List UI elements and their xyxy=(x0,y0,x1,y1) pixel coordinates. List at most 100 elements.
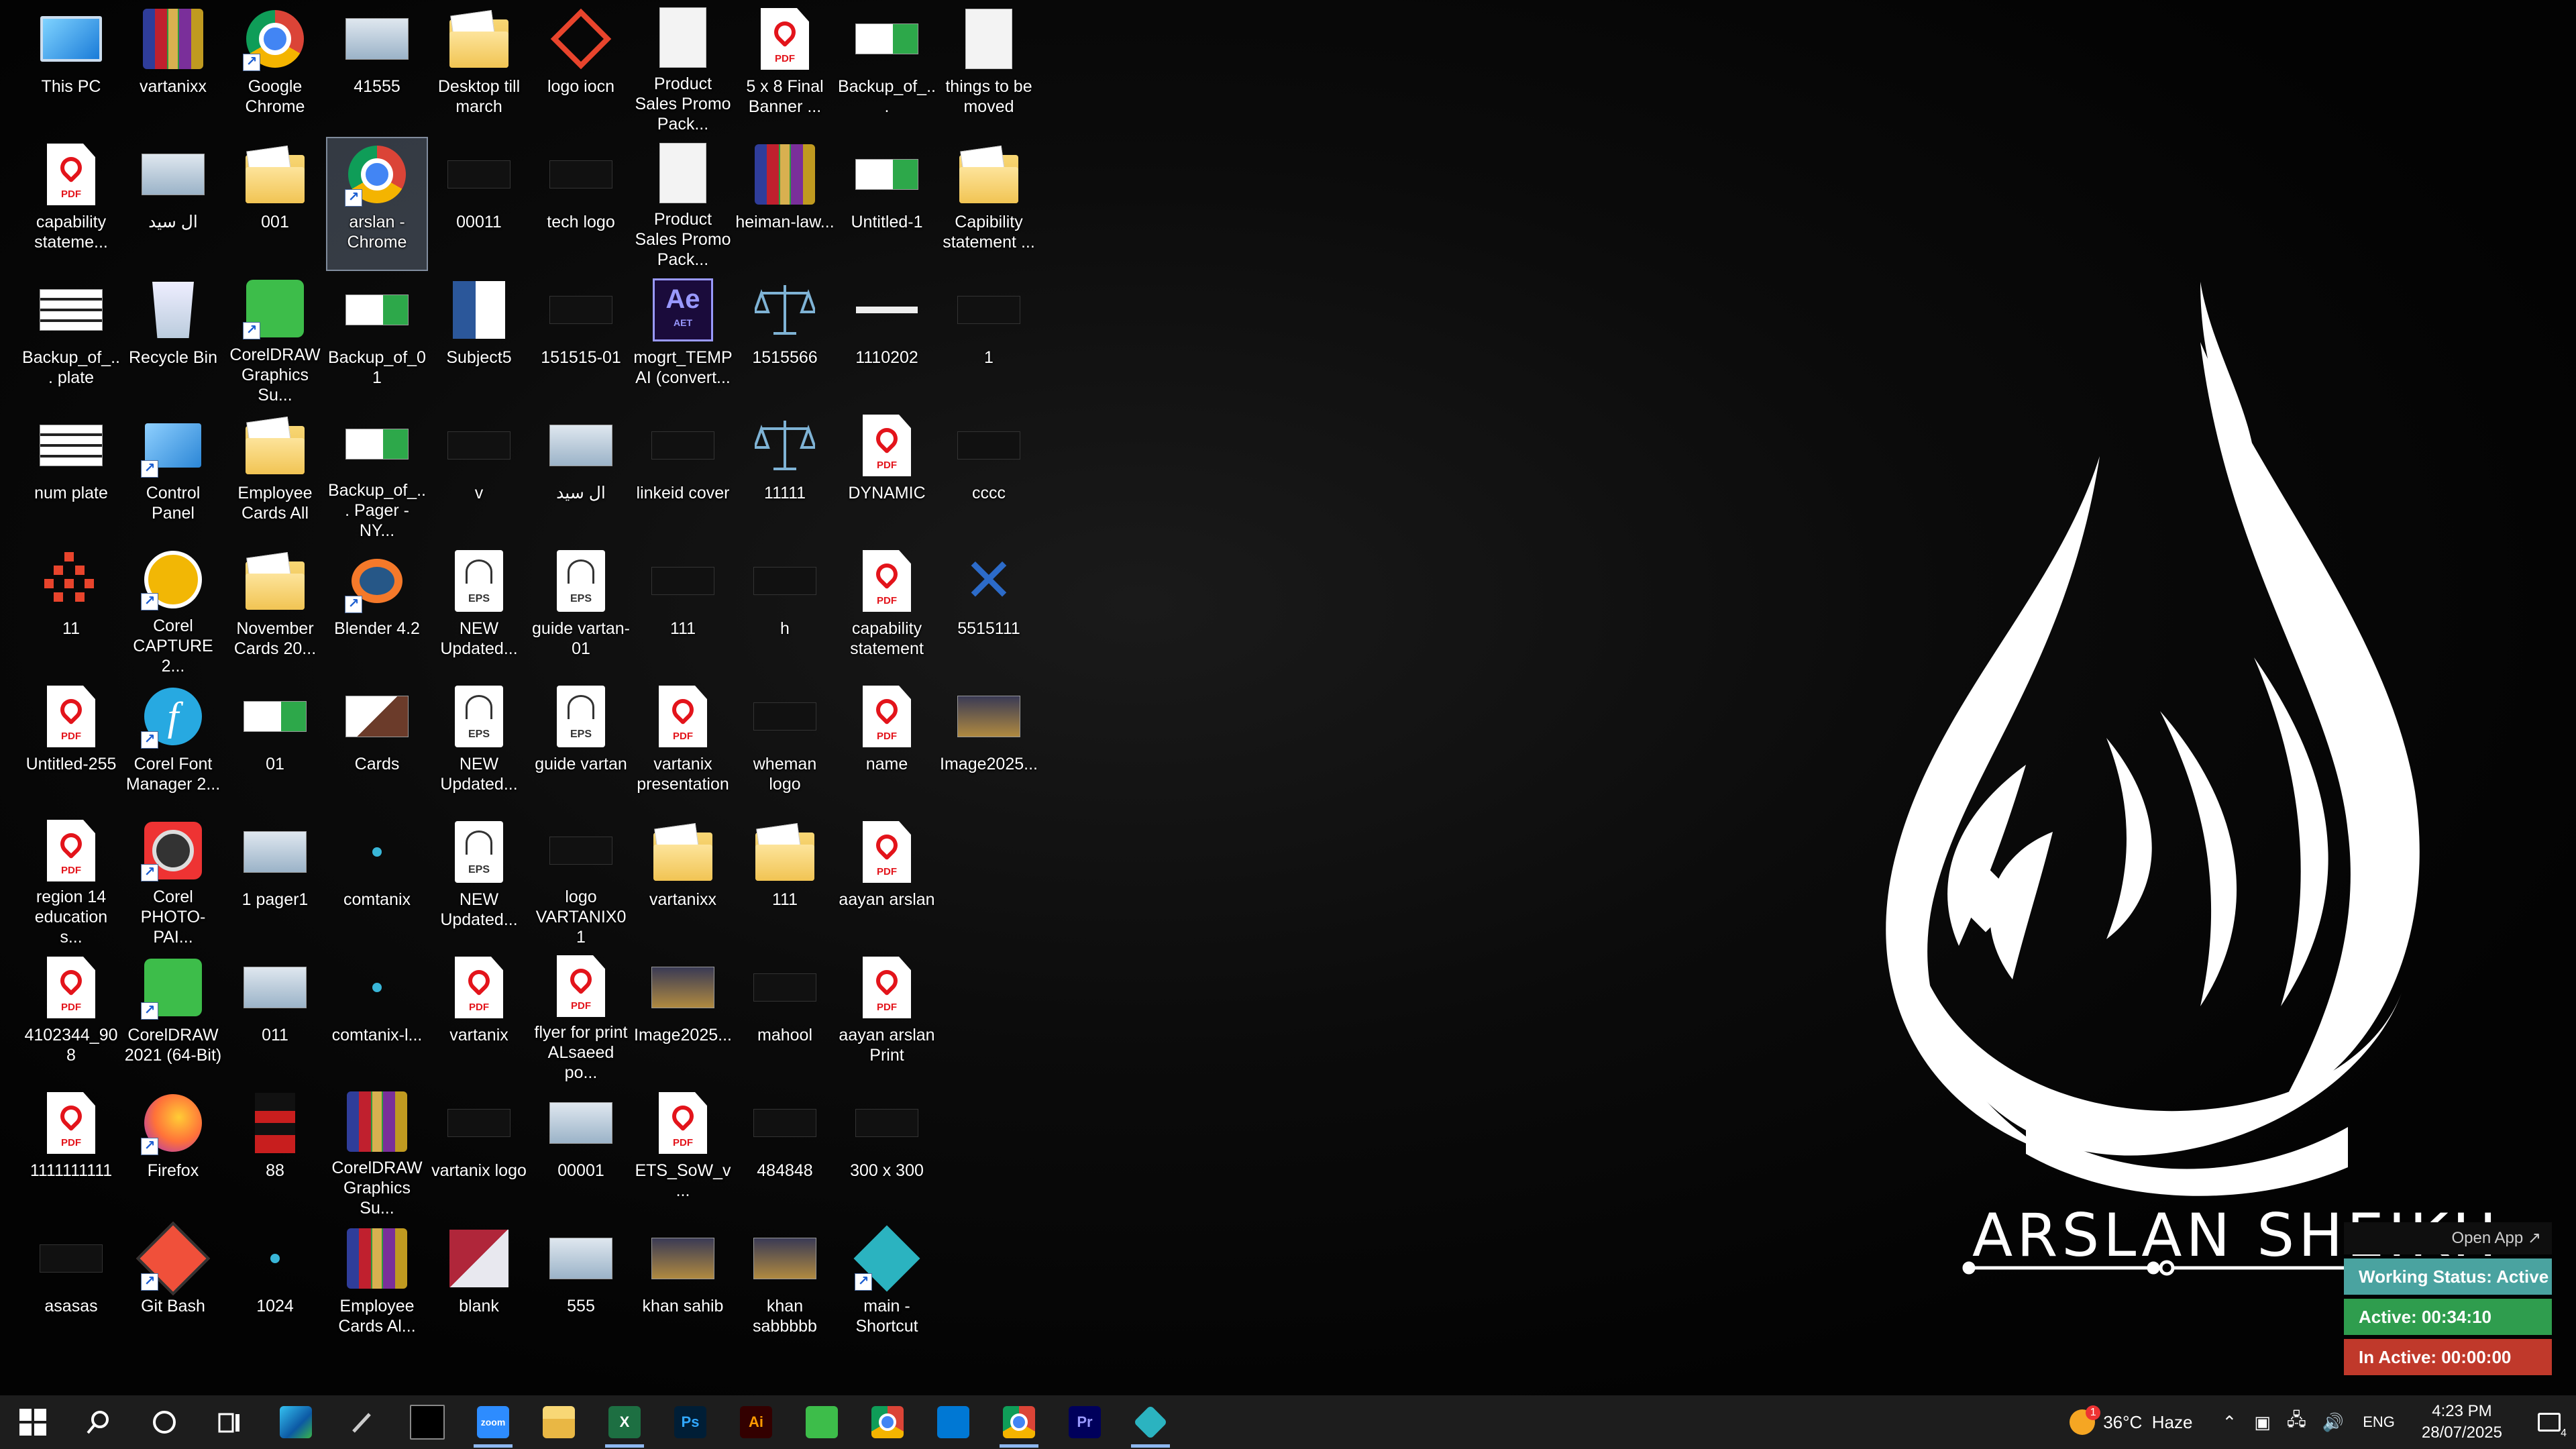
desktop-icon[interactable]: mahool xyxy=(734,950,836,1084)
desktop-icon[interactable]: ال سيد xyxy=(530,408,632,542)
desktop-icon[interactable]: 01 xyxy=(224,679,326,813)
desktop-icon[interactable]: 111 xyxy=(632,543,734,678)
desktop-icon[interactable]: 88 xyxy=(224,1085,326,1220)
desktop-icon[interactable]: ↗ Google Chrome xyxy=(224,1,326,136)
desktop-icon[interactable]: 00011 xyxy=(428,137,530,271)
desktop-icon[interactable]: PDF Untitled-255 xyxy=(20,679,122,813)
desktop-icon[interactable]: Backup_of_... plate xyxy=(20,272,122,407)
desktop-icon[interactable]: 41555 xyxy=(326,1,428,136)
desktop-icon[interactable]: h xyxy=(734,543,836,678)
language-indicator[interactable]: ENG xyxy=(2363,1413,2395,1431)
desktop-icon[interactable]: comtanix xyxy=(326,814,428,949)
taskbar-pen[interactable] xyxy=(329,1395,394,1449)
desktop-icon[interactable]: PDF vartanix xyxy=(428,950,530,1084)
cortana-button[interactable] xyxy=(131,1395,197,1449)
desktop-icon[interactable]: CorelDRAW Graphics Su... xyxy=(326,1085,428,1220)
desktop-icon[interactable]: 151515-01 xyxy=(530,272,632,407)
desktop-icon[interactable]: ↗ Control Panel xyxy=(122,408,224,542)
desktop-icon[interactable]: PDF 5 x 8 Final Banner ... xyxy=(734,1,836,136)
desktop-icon[interactable]: EPS NEW Updated... xyxy=(428,543,530,678)
desktop-icon[interactable]: PDF capability statement xyxy=(836,543,938,678)
taskbar-coreldraw[interactable] xyxy=(789,1395,855,1449)
desktop-icon[interactable]: 484848 xyxy=(734,1085,836,1220)
desktop-icon[interactable]: things to be moved xyxy=(938,1,1040,136)
desktop-icon[interactable]: ↗ Firefox xyxy=(122,1085,224,1220)
desktop-icon[interactable]: cccc xyxy=(938,408,1040,542)
desktop-icon[interactable]: vartanix logo xyxy=(428,1085,530,1220)
desktop-icon[interactable]: ↗ Blender 4.2 xyxy=(326,543,428,678)
desktop-icon[interactable]: PDF ETS_SoW_v... xyxy=(632,1085,734,1220)
desktop-icon[interactable]: tech logo xyxy=(530,137,632,271)
desktop-icon[interactable]: PDF vartanix presentation xyxy=(632,679,734,813)
desktop-icon[interactable]: 1 xyxy=(938,272,1040,407)
taskbar-edge[interactable] xyxy=(263,1395,329,1449)
desktop-icon[interactable]: wheman logo xyxy=(734,679,836,813)
desktop-icon[interactable]: Cards xyxy=(326,679,428,813)
taskbar-photoshop[interactable]: Ps xyxy=(657,1395,723,1449)
desktop-icon[interactable]: num plate xyxy=(20,408,122,542)
desktop-icon[interactable]: EPS guide vartan xyxy=(530,679,632,813)
taskbar-tracker-app[interactable] xyxy=(1118,1395,1183,1449)
desktop-icon[interactable]: 555 xyxy=(530,1221,632,1355)
desktop-icon[interactable]: 1110202 xyxy=(836,272,938,407)
desktop-icon[interactable]: vartanixx xyxy=(632,814,734,949)
desktop-icon[interactable]: This PC xyxy=(20,1,122,136)
desktop-icon[interactable]: PDF aayan arslan xyxy=(836,814,938,949)
desktop-icon[interactable]: Backup_of_... xyxy=(836,1,938,136)
desktop-icon[interactable]: vartanixx xyxy=(122,1,224,136)
desktop-icon[interactable]: PDF 1111111111 xyxy=(20,1085,122,1220)
notification-center-button[interactable]: 4 xyxy=(2522,1395,2576,1449)
desktop-icon[interactable]: Backup_of_01 xyxy=(326,272,428,407)
weather-widget[interactable]: 1 36°C Haze xyxy=(2070,1405,2192,1435)
desktop-icon[interactable]: Recycle Bin xyxy=(122,272,224,407)
desktop-icon[interactable]: Capibility statement ... xyxy=(938,137,1040,271)
chevron-up-icon[interactable]: ⌃ xyxy=(2222,1412,2237,1433)
taskbar-chrome-profile[interactable] xyxy=(986,1395,1052,1449)
desktop-icon[interactable]: EPS guide vartan-01 xyxy=(530,543,632,678)
desktop-icon[interactable]: Product Sales Promo Pack... xyxy=(632,1,734,136)
desktop-icon[interactable]: PDF aayan arslan Print xyxy=(836,950,938,1084)
desktop-icon[interactable]: ↗ Git Bash xyxy=(122,1221,224,1355)
desktop-icon[interactable]: comtanix-l... xyxy=(326,950,428,1084)
desktop-icon[interactable]: 1 pager1 xyxy=(224,814,326,949)
desktop-icon[interactable]: EPS NEW Updated... xyxy=(428,814,530,949)
desktop-icon[interactable]: Image2025... xyxy=(632,950,734,1084)
meet-now-icon[interactable]: ▣ xyxy=(2254,1412,2271,1433)
desktop-icon[interactable]: Desktop till march xyxy=(428,1,530,136)
desktop-icon[interactable]: PDF 4102344_908 xyxy=(20,950,122,1084)
taskbar-file-explorer[interactable] xyxy=(526,1395,592,1449)
desktop-icon[interactable]: PDF region 14 education s... xyxy=(20,814,122,949)
desktop-icon[interactable]: 1024 xyxy=(224,1221,326,1355)
desktop-icon[interactable]: ال سيد xyxy=(122,137,224,271)
network-icon[interactable]: 🖧 xyxy=(2287,1407,2306,1437)
desktop-icon[interactable]: 11111 xyxy=(734,408,836,542)
desktop-icon[interactable]: linkeid cover xyxy=(632,408,734,542)
desktop-icon[interactable]: Ae AET mogrt_TEMP AI (convert... xyxy=(632,272,734,407)
desktop-icon[interactable]: 111 xyxy=(734,814,836,949)
desktop-icon[interactable]: November Cards 20... xyxy=(224,543,326,678)
desktop-icon[interactable]: logo iocn xyxy=(530,1,632,136)
desktop-icon[interactable]: 011 xyxy=(224,950,326,1084)
clock[interactable]: 4:23 PM 28/07/2025 xyxy=(2422,1401,2502,1444)
desktop-icon[interactable]: ↗ Corel CAPTURE 2... xyxy=(122,543,224,678)
desktop-icon[interactable]: 001 xyxy=(224,137,326,271)
taskbar-terminal[interactable] xyxy=(394,1395,460,1449)
desktop-icon[interactable]: 1515566 xyxy=(734,272,836,407)
taskbar-premiere[interactable]: Pr xyxy=(1052,1395,1118,1449)
desktop-icon[interactable]: ↗ CorelDRAW Graphics Su... xyxy=(224,272,326,407)
desktop-icon[interactable]: Employee Cards Al... xyxy=(326,1221,428,1355)
desktop-icon[interactable]: Employee Cards All xyxy=(224,408,326,542)
desktop-icon[interactable]: f ↗ Corel Font Manager 2... xyxy=(122,679,224,813)
desktop-icon[interactable]: ↗ Corel PHOTO-PAI... xyxy=(122,814,224,949)
desktop-icon[interactable]: 11 xyxy=(20,543,122,678)
desktop-icon[interactable]: Subject5 xyxy=(428,272,530,407)
desktop-icon[interactable]: PDF DYNAMIC xyxy=(836,408,938,542)
taskbar-illustrator[interactable]: Ai xyxy=(723,1395,789,1449)
desktop-icon[interactable]: Image2025... xyxy=(938,679,1040,813)
desktop-icon[interactable]: PDF capability stateme... xyxy=(20,137,122,271)
task-view-button[interactable] xyxy=(197,1395,263,1449)
desktop-icon[interactable]: asasas xyxy=(20,1221,122,1355)
desktop-icon[interactable]: ↗ arslan - Chrome xyxy=(326,137,428,271)
desktop-icon[interactable]: ↗ CorelDRAW 2021 (64-Bit) xyxy=(122,950,224,1084)
desktop-icon[interactable]: PDF name xyxy=(836,679,938,813)
